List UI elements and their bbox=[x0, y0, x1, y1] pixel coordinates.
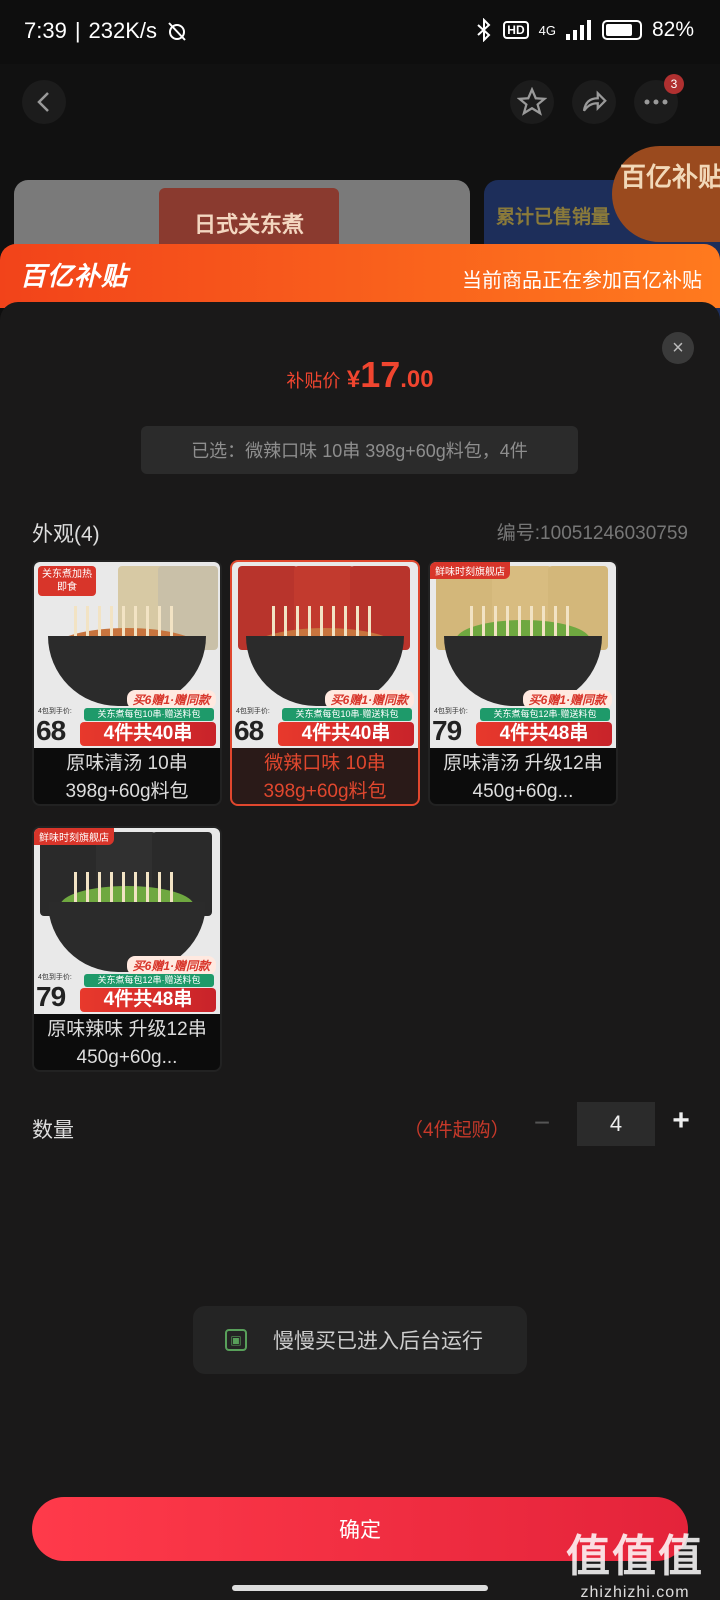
sku-option-name: 原味清汤 10串 398g+60g料包 bbox=[65, 753, 189, 802]
red-tag: 4件共40串 bbox=[80, 722, 216, 746]
price-bar: 4包到手价: 79 关东煮每包12串·赠送料包 4件共48串 bbox=[430, 706, 616, 748]
red-tag: 4件共40串 bbox=[278, 722, 414, 746]
skewers-image bbox=[74, 606, 180, 636]
hd-badge: HD bbox=[503, 21, 529, 39]
battery-icon bbox=[601, 20, 642, 40]
price-bar: 4包到手价: 79 关东煮每包12串·赠送料包 4件共48串 bbox=[34, 972, 220, 1014]
status-time: 7:39 bbox=[24, 18, 67, 43]
background-run-toast: ▣ 慢慢买已进入后台运行 bbox=[193, 1306, 527, 1374]
skewers-image bbox=[74, 872, 180, 902]
sku-thumbnail: 买6赠1·赠同款 4包到手价: 68 关东煮每包10串·赠送料包 4件共40串 bbox=[232, 562, 418, 748]
price-decimal: .00 bbox=[400, 366, 434, 393]
red-tag: 4件共48串 bbox=[476, 722, 612, 746]
share-icon bbox=[582, 90, 607, 112]
sku-option[interactable]: 鲜味时刻旗舰店 买6赠1·赠同款 4包到手价: 79 关东煮每包12串·赠送料包… bbox=[32, 826, 222, 1072]
price-bar: 4包到手价: 68 关东煮每包10串·赠送料包 4件共40串 bbox=[34, 706, 220, 748]
sku-option-name: 微辣口味 10串 398g+60g料包 bbox=[263, 753, 387, 802]
more-dots-icon bbox=[644, 99, 668, 105]
skewers-image bbox=[470, 606, 576, 636]
red-tag: 4件共48串 bbox=[80, 988, 216, 1012]
chevron-left-icon bbox=[37, 92, 49, 112]
unit-price: 79 bbox=[432, 715, 462, 746]
sku-option-name: 原味清汤 升级12串 450g+60g... bbox=[443, 753, 603, 802]
green-tag: 关东煮每包12串·赠送料包 bbox=[480, 708, 610, 721]
green-tag: 关东煮每包10串·赠送料包 bbox=[282, 708, 412, 721]
price-integer: 17 bbox=[360, 354, 401, 395]
sku-selector-sheet: × 补贴价 ¥17.00 已选：微辣口味 10串 398g+60g料包，4件 外… bbox=[0, 302, 720, 1600]
star-icon bbox=[517, 87, 547, 116]
quantity-label: 数量 bbox=[32, 1119, 74, 1142]
alarm-off-icon bbox=[168, 22, 186, 41]
shop-tag: 鲜味时刻旗舰店 bbox=[34, 828, 114, 845]
status-net-speed: 232K/s bbox=[88, 18, 158, 43]
share-button[interactable] bbox=[572, 80, 616, 124]
sku-option-selected[interactable]: 买6赠1·赠同款 4包到手价: 68 关东煮每包10串·赠送料包 4件共40串 … bbox=[230, 560, 420, 806]
network-type: 4G bbox=[538, 22, 556, 38]
appearance-title: 外观(4) bbox=[32, 523, 100, 546]
home-indicator[interactable] bbox=[232, 1585, 488, 1591]
shop-tag: 鲜味时刻旗舰店 bbox=[430, 562, 510, 579]
app-icon: ▣ bbox=[225, 1329, 247, 1351]
quantity-increase-button[interactable]: + bbox=[666, 1104, 696, 1144]
watermark: 值值值 zhizhizhi.com bbox=[566, 1520, 704, 1600]
green-tag: 关东煮每包12串·赠送料包 bbox=[84, 974, 214, 987]
bluetooth-icon bbox=[477, 18, 491, 42]
battery-percent: 82% bbox=[651, 18, 694, 41]
subsidy-float-badge[interactable]: 百亿补贴 bbox=[612, 146, 720, 242]
notification-badge: 3 bbox=[664, 74, 684, 94]
min-purchase-note: （4件起购） bbox=[404, 1120, 510, 1141]
sku-option[interactable]: 关东煮加热即食 买6赠1·赠同款 4包到手价: 68 关东煮每包10串·赠送料包… bbox=[32, 560, 222, 806]
favorite-button[interactable] bbox=[510, 80, 554, 124]
price-bar: 4包到手价: 68 关东煮每包10串·赠送料包 4件共40串 bbox=[232, 706, 418, 748]
corner-tag: 关东煮加热即食 bbox=[38, 566, 96, 596]
subsidy-tip: 当前商品正在参加百亿补贴 bbox=[462, 270, 702, 292]
selected-summary: 已选：微辣口味 10串 398g+60g料包，4件 bbox=[141, 426, 578, 474]
sku-option-name: 原味辣味 升级12串 450g+60g... bbox=[47, 1019, 207, 1068]
status-divider: | bbox=[74, 18, 81, 43]
sales-card-text: 累计已售销量 bbox=[496, 207, 611, 228]
sku-code: 编号:10051246030759 bbox=[496, 523, 688, 544]
back-button[interactable] bbox=[22, 80, 66, 124]
status-bar: 7:39 | 232K/s HD 4G 82% bbox=[0, 0, 720, 64]
status-right: HD 4G 82% bbox=[475, 18, 694, 42]
subsidy-logo: 百亿补贴 bbox=[20, 261, 129, 291]
price-label: 补贴价 bbox=[286, 371, 341, 391]
green-tag: 关东煮每包10串·赠送料包 bbox=[84, 708, 214, 721]
battery-fill bbox=[605, 24, 633, 36]
skewers-image bbox=[272, 606, 378, 636]
quantity-input[interactable]: 4 bbox=[577, 1102, 655, 1146]
status-left: 7:39 | 232K/s bbox=[24, 18, 189, 44]
price-currency: ¥ bbox=[346, 366, 361, 393]
subsidy-banner: 百亿补贴 当前商品正在参加百亿补贴 bbox=[0, 244, 720, 308]
watermark-logo: 值值值 bbox=[566, 1532, 704, 1581]
more-button[interactable]: 3 bbox=[634, 74, 684, 124]
signal-icon bbox=[565, 20, 591, 40]
unit-price: 68 bbox=[36, 715, 66, 746]
unit-price: 68 bbox=[234, 715, 264, 746]
sku-thumbnail: 鲜味时刻旗舰店 买6赠1·赠同款 4包到手价: 79 关东煮每包12串·赠送料包… bbox=[34, 828, 220, 1014]
sku-thumbnail: 关东煮加热即食 买6赠1·赠同款 4包到手价: 68 关东煮每包10串·赠送料包… bbox=[34, 562, 220, 748]
sku-thumbnail: 鲜味时刻旗舰店 买6赠1·赠同款 4包到手价: 79 关东煮每包12串·赠送料包… bbox=[430, 562, 616, 748]
price-row: 补贴价 ¥17.00 bbox=[0, 354, 720, 396]
unit-price: 79 bbox=[36, 981, 66, 1012]
toast-text: 慢慢买已进入后台运行 bbox=[273, 1330, 483, 1353]
quantity-decrease-button[interactable]: − bbox=[528, 1107, 556, 1143]
watermark-url: zhizhizhi.com bbox=[580, 1584, 690, 1600]
sku-option[interactable]: 鲜味时刻旗舰店 买6赠1·赠同款 4包到手价: 79 关东煮每包12串·赠送料包… bbox=[428, 560, 618, 806]
